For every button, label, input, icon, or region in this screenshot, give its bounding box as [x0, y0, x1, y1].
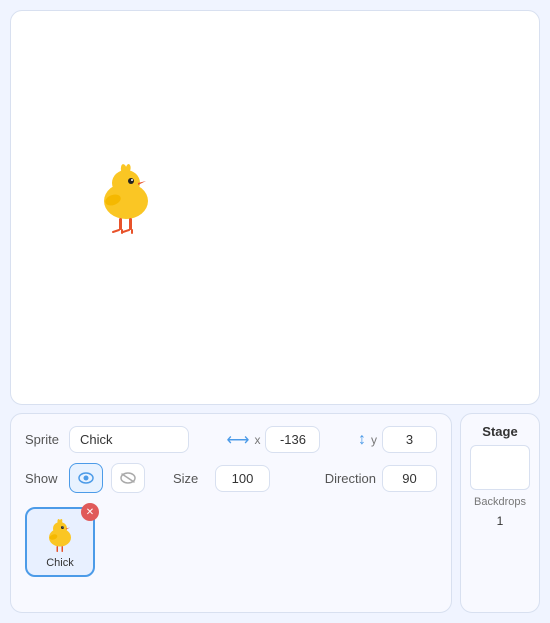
- stage-title: Stage: [482, 424, 517, 439]
- x-input[interactable]: [265, 426, 320, 453]
- show-row: Show Size Direction: [25, 463, 437, 493]
- y-axis-icon: ↕: [358, 431, 366, 449]
- sprite-name-input[interactable]: [69, 426, 189, 453]
- bottom-panel: Sprite ⟷ x ↕ y Show: [10, 413, 540, 613]
- sprite-thumbnails: ✕ Chick: [25, 507, 437, 577]
- show-hidden-button[interactable]: [111, 463, 145, 493]
- show-visible-button[interactable]: [69, 463, 103, 493]
- size-group: Size: [173, 465, 270, 492]
- x-label: x: [254, 433, 260, 447]
- y-input[interactable]: [382, 426, 437, 453]
- y-coord-group: ↕ y: [358, 426, 437, 453]
- show-label: Show: [25, 471, 61, 486]
- direction-label: Direction: [325, 471, 376, 486]
- x-coord-group: ⟷ x: [227, 426, 321, 453]
- direction-input[interactable]: [382, 465, 437, 492]
- backdrops-count: 1: [497, 514, 504, 528]
- sprite-label: Sprite: [25, 432, 61, 447]
- sprite-thumb-name: Chick: [46, 557, 74, 569]
- direction-group: Direction: [325, 465, 437, 492]
- size-input[interactable]: [215, 465, 270, 492]
- canvas-area: [10, 10, 540, 405]
- stage-panel: Stage Backdrops 1: [460, 413, 540, 613]
- x-axis-icon: ⟷: [227, 430, 250, 450]
- size-label: Size: [173, 471, 209, 486]
- chick-sprite: [91, 156, 161, 236]
- sprite-delete-button[interactable]: ✕: [81, 503, 99, 521]
- y-label: y: [371, 433, 377, 447]
- sprite-name-row: Sprite ⟷ x ↕ y: [25, 426, 437, 453]
- backdrops-label: Backdrops: [474, 496, 526, 508]
- sprite-thumb-chick[interactable]: ✕ Chick: [25, 507, 95, 577]
- sprite-panel: Sprite ⟷ x ↕ y Show: [10, 413, 452, 613]
- stage-thumbnail[interactable]: [470, 445, 530, 490]
